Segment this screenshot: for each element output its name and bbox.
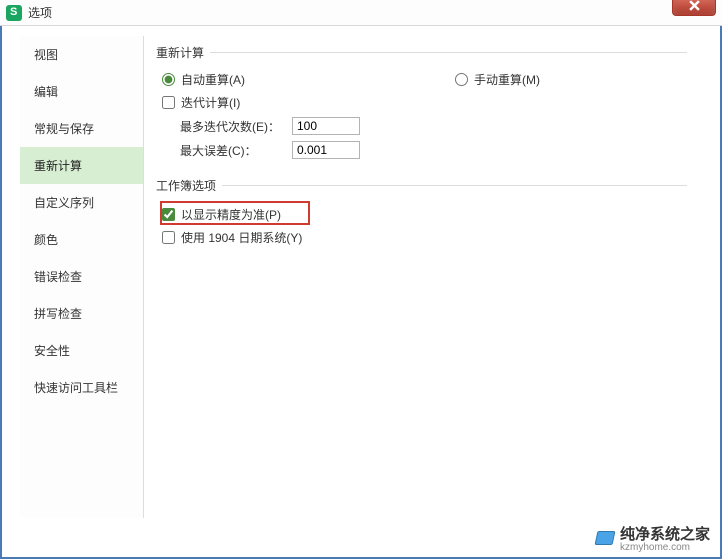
max-diff-input[interactable] bbox=[292, 141, 360, 159]
auto-recalc-radio[interactable] bbox=[162, 73, 175, 86]
precision-label: 以显示精度为准(P) bbox=[181, 206, 281, 223]
sidebar: 视图 编辑 常规与保存 重新计算 自定义序列 颜色 错误检查 拼写检查 安全性 … bbox=[20, 36, 144, 518]
max-iter-input[interactable] bbox=[292, 117, 360, 135]
watermark-main: 纯净系统之家 bbox=[620, 526, 710, 543]
sidebar-item-custom-lists[interactable]: 自定义序列 bbox=[20, 184, 143, 221]
workbook-group: 工作簿选项 以显示精度为准(P) 使用 1904 日期系统(Y) bbox=[156, 177, 687, 256]
sidebar-item-spell-check[interactable]: 拼写检查 bbox=[20, 295, 143, 332]
sidebar-item-label: 重新计算 bbox=[34, 159, 82, 173]
sidebar-item-quick-access[interactable]: 快速访问工具栏 bbox=[20, 369, 143, 406]
iter-calc-label: 迭代计算(I) bbox=[181, 94, 240, 111]
main-panel: 重新计算 自动重算(A) 手动重算(M) 迭代计算(I) 最多迭代次数(E)： bbox=[144, 36, 703, 518]
manual-recalc-option[interactable]: 手动重算(M) bbox=[455, 71, 540, 88]
close-icon bbox=[689, 0, 700, 11]
iter-calc-checkbox[interactable] bbox=[162, 96, 175, 109]
close-button[interactable] bbox=[672, 0, 716, 16]
sidebar-item-view[interactable]: 视图 bbox=[20, 36, 143, 73]
precision-option[interactable]: 以显示精度为准(P) bbox=[162, 206, 281, 223]
precision-checkbox[interactable] bbox=[162, 208, 175, 221]
sidebar-item-label: 编辑 bbox=[34, 85, 58, 99]
workbook-legend: 工作簿选项 bbox=[156, 177, 222, 194]
watermark-sub: kzmyhome.com bbox=[620, 543, 710, 553]
recalc-legend: 重新计算 bbox=[156, 44, 210, 61]
sidebar-item-label: 拼写检查 bbox=[34, 307, 82, 321]
sidebar-item-label: 自定义序列 bbox=[34, 196, 94, 210]
manual-recalc-radio[interactable] bbox=[455, 73, 468, 86]
window-title: 选项 bbox=[28, 4, 52, 21]
sidebar-item-label: 视图 bbox=[34, 48, 58, 62]
sidebar-item-label: 安全性 bbox=[34, 344, 70, 358]
watermark: 纯净系统之家 kzmyhome.com bbox=[596, 523, 710, 553]
sidebar-item-colors[interactable]: 颜色 bbox=[20, 221, 143, 258]
sidebar-item-label: 错误检查 bbox=[34, 270, 82, 284]
sidebar-item-edit[interactable]: 编辑 bbox=[20, 73, 143, 110]
sidebar-item-recalculate[interactable]: 重新计算 bbox=[20, 147, 143, 184]
sidebar-item-security[interactable]: 安全性 bbox=[20, 332, 143, 369]
iter-calc-option[interactable]: 迭代计算(I) bbox=[162, 94, 240, 111]
recalc-group: 重新计算 自动重算(A) 手动重算(M) 迭代计算(I) 最多迭代次数(E)： bbox=[156, 44, 687, 169]
date1904-label: 使用 1904 日期系统(Y) bbox=[181, 229, 302, 246]
titlebar: 选项 bbox=[0, 0, 722, 26]
date1904-checkbox[interactable] bbox=[162, 231, 175, 244]
auto-recalc-option[interactable]: 自动重算(A) bbox=[162, 71, 245, 88]
sidebar-item-general-save[interactable]: 常规与保存 bbox=[20, 110, 143, 147]
sidebar-item-label: 颜色 bbox=[34, 233, 58, 247]
watermark-icon bbox=[594, 531, 615, 545]
sidebar-item-label: 快速访问工具栏 bbox=[34, 381, 118, 395]
auto-recalc-label: 自动重算(A) bbox=[181, 71, 245, 88]
date1904-option[interactable]: 使用 1904 日期系统(Y) bbox=[162, 229, 302, 246]
manual-recalc-label: 手动重算(M) bbox=[474, 71, 540, 88]
dialog-body: 视图 编辑 常规与保存 重新计算 自定义序列 颜色 错误检查 拼写检查 安全性 … bbox=[20, 36, 703, 518]
sidebar-item-error-check[interactable]: 错误检查 bbox=[20, 258, 143, 295]
max-iter-label: 最多迭代次数(E)： bbox=[180, 118, 292, 135]
app-icon bbox=[6, 5, 22, 21]
max-diff-label: 最大误差(C)： bbox=[180, 142, 292, 159]
sidebar-item-label: 常规与保存 bbox=[34, 122, 94, 136]
